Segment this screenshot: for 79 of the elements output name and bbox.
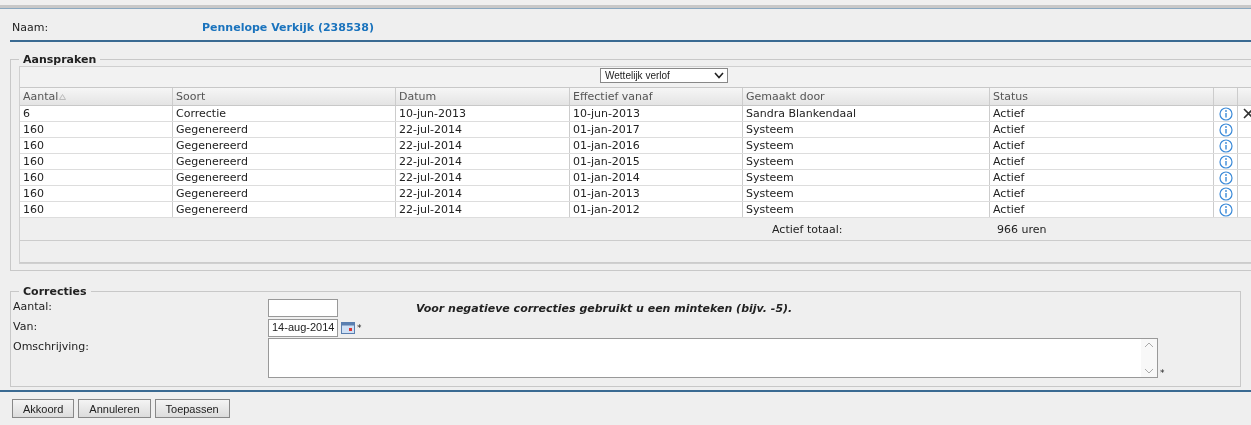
table-cell: Actief	[990, 170, 1214, 185]
column-header[interactable]: Status	[990, 88, 1214, 105]
column-header[interactable]: Gemaakt door	[743, 88, 990, 105]
scroll-down-icon[interactable]	[1144, 368, 1154, 374]
info-icon[interactable]	[1218, 202, 1233, 217]
table-cell: Gegenereerd	[173, 138, 396, 153]
table-cell: 10-jun-2013	[570, 106, 743, 121]
table-cell: 01-jan-2014	[570, 170, 743, 185]
table-cell: Correctie	[173, 106, 396, 121]
table-cell: 22-jul-2014	[396, 170, 570, 185]
table-cell: Systeem	[743, 122, 990, 137]
required-mark: *	[357, 323, 362, 333]
table-cell: Actief	[990, 202, 1214, 217]
table-cell: 22-jul-2014	[396, 186, 570, 201]
scroll-up-icon[interactable]	[1144, 342, 1154, 348]
table-cell: 01-jan-2013	[570, 186, 743, 201]
table-cell: Gegenereerd	[173, 186, 396, 201]
table-cell: 160	[20, 202, 173, 217]
table-cell: Systeem	[743, 202, 990, 217]
table-cell: Actief	[990, 138, 1214, 153]
total-label: Actief totaal:	[772, 222, 844, 236]
employee-name: Pennelope Verkijk (238538)	[202, 21, 374, 34]
table-cell: Sandra Blankendaal	[743, 106, 990, 121]
table-cell: Actief	[990, 186, 1214, 201]
description-field[interactable]	[268, 338, 1158, 378]
calendar-icon[interactable]	[341, 322, 355, 334]
column-header[interactable]: Datum	[396, 88, 570, 105]
action-button[interactable]: Akkoord	[12, 399, 75, 418]
table-cell: 160	[20, 122, 173, 137]
column-header[interactable]: Aantal	[20, 88, 173, 105]
info-icon[interactable]	[1218, 170, 1233, 185]
info-icon[interactable]	[1218, 106, 1233, 121]
table-cell: Systeem	[743, 138, 990, 153]
table-cell: 10-jun-2013	[396, 106, 570, 121]
info-icon[interactable]	[1218, 154, 1233, 169]
date-field[interactable]: 14-aug-2014	[268, 319, 338, 337]
chevron-icon	[714, 72, 724, 79]
info-icon[interactable]	[1218, 138, 1233, 153]
section-title: Correcties	[22, 285, 88, 298]
table-cell: Actief	[990, 106, 1214, 121]
hint-text: Voor negatieve correcties gebruikt u een minteken (bijv. -5).	[416, 301, 793, 315]
close-icon[interactable]	[1242, 108, 1251, 119]
table-cell: Gegenereerd	[173, 170, 396, 185]
table-cell: Systeem	[743, 170, 990, 185]
table-cell: Gegenereerd	[173, 202, 396, 217]
table-cell: 160	[20, 138, 173, 153]
table-cell: 22-jul-2014	[396, 122, 570, 137]
action-button[interactable]: Annuleren	[78, 399, 151, 418]
amount-field[interactable]	[268, 299, 338, 317]
total-value: 966 uren	[997, 222, 1047, 236]
column-header[interactable]: Effectief vanaf	[570, 88, 743, 105]
table-cell: Systeem	[743, 154, 990, 169]
name-label: Naam:	[12, 21, 50, 34]
table-cell: Actief	[990, 154, 1214, 169]
action-button[interactable]: Toepassen	[154, 399, 230, 418]
field-label: Aantal:	[13, 299, 54, 313]
table-cell: Actief	[990, 122, 1214, 137]
info-icon[interactable]	[1218, 122, 1233, 137]
table-cell: 160	[20, 170, 173, 185]
field-label: Van:	[13, 319, 39, 333]
field-label: Omschrijving:	[13, 339, 90, 353]
table-cell: 22-jul-2014	[396, 138, 570, 153]
table-cell: 01-jan-2015	[570, 154, 743, 169]
table-cell: Gegenereerd	[173, 154, 396, 169]
table-cell: 22-jul-2014	[396, 202, 570, 217]
required-mark: *	[1160, 368, 1165, 378]
table-cell: 01-jan-2012	[570, 202, 743, 217]
table-cell: 160	[20, 186, 173, 201]
leave-type-dropdown[interactable]: Wettelijk verlof	[600, 68, 728, 83]
info-icon[interactable]	[1218, 186, 1233, 201]
column-header[interactable]: Soort	[173, 88, 396, 105]
table-cell: Gegenereerd	[173, 122, 396, 137]
table-cell: 01-jan-2017	[570, 122, 743, 137]
table-cell: Systeem	[743, 186, 990, 201]
table-cell: 22-jul-2014	[396, 154, 570, 169]
table-cell: 01-jan-2016	[570, 138, 743, 153]
section-title: Aanspraken	[22, 53, 98, 66]
table-cell: 160	[20, 154, 173, 169]
table-cell: 6	[20, 106, 173, 121]
